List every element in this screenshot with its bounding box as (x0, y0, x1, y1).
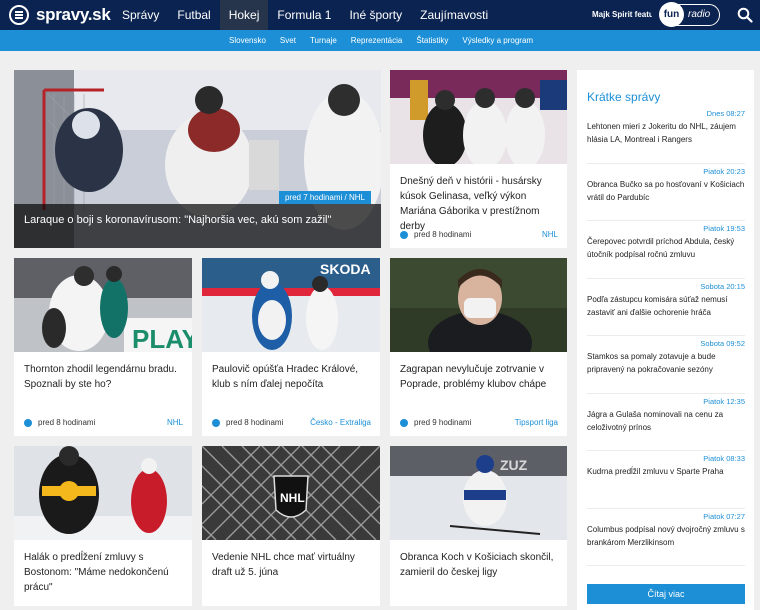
time-dot-icon (400, 230, 408, 239)
article-time: pred 8 hodinami (24, 418, 95, 427)
article-card[interactable]: ZUZ Obranca Koch v Košiciach skončil, za… (390, 446, 567, 606)
sub-navigation-bar: Slovensko Svet Turnaje Reprezentácia Šta… (0, 30, 760, 51)
list-item[interactable]: Piatok 08:33 Kudrna predĺžil zmluvu v Sp… (587, 451, 745, 509)
list-item-time: Sobota 09:52 (700, 339, 745, 348)
list-item-time: Piatok 07:27 (703, 511, 745, 521)
article-thumbnail: NHL (202, 446, 380, 540)
time-dot-icon (212, 418, 220, 427)
article-time-text: pred 8 hodinami (38, 418, 96, 427)
article-card[interactable]: NHL Vedenie NHL chce mať virtuálny draft… (202, 446, 380, 606)
hero-meta-badge: pred 7 hodinami / NHL (278, 191, 371, 204)
main-nav: Správy Futbal Hokej Formula 1 Iné športy… (113, 0, 497, 30)
article-time: pred 9 hodinami (400, 418, 471, 427)
article-thumbnail: SKODA (202, 258, 380, 352)
list-item-time: Piatok 20:23 (703, 166, 745, 176)
article-thumbnail (390, 258, 567, 352)
list-item-time: Piatok 08:33 (703, 454, 745, 463)
svg-text:NHL: NHL (280, 491, 305, 505)
article-thumbnail: ZUZ (390, 446, 567, 540)
svg-text:ZUZ: ZUZ (500, 457, 528, 473)
article-title[interactable]: Obranca Koch v Košiciach skončil, zamier… (400, 550, 557, 580)
list-item[interactable]: Piatok 12:35 Jágra a Gulaša nominovali n… (587, 394, 745, 451)
list-item[interactable]: Piatok 20:23 Obranca Bučko sa po hosťova… (587, 164, 745, 221)
list-item-time: Piatok 12:35 (703, 396, 745, 406)
article-card[interactable]: PLAY Thornton zhodil legendárnu bradu. S… (14, 258, 192, 436)
radio-promo-text[interactable]: Majk Spirit featuring (592, 10, 652, 19)
list-item[interactable]: Piatok 19:53 Čerepovec potvrdil príchod … (587, 221, 745, 279)
short-news-sidebar: Krátke správy Dnes 08:27 Lehtonen mieri … (577, 70, 754, 610)
article-thumbnail: PLAY (14, 258, 192, 352)
article-thumbnail (390, 70, 567, 164)
list-item[interactable]: Sobota 20:15 Podľa zástupcu komisára súť… (587, 279, 745, 336)
hero-article[interactable]: pred 7 hodinami / NHL Laraque o boji s k… (14, 70, 381, 248)
article-card[interactable]: Halák o predĺžení zmluvy s Bostonom: "Má… (14, 446, 192, 606)
article-thumbnail (14, 446, 192, 540)
subnav-turnaje[interactable]: Turnaje (303, 30, 344, 51)
article-card[interactable]: SKODA Paulovič opúšťa Hradec Králové, kl… (202, 258, 380, 436)
list-item-text[interactable]: Jágra a Gulaša nominovali na cenu za cel… (587, 408, 745, 434)
article-time: pred 8 hodinami (400, 230, 471, 239)
list-item-text[interactable]: Podľa zástupcu komisára súťaž nemusí zas… (587, 293, 745, 319)
list-item-text[interactable]: Lehtonen mieri z Jokeritu do NHL, záujem… (587, 120, 745, 146)
nav-item-hokej[interactable]: Hokej (219, 0, 269, 30)
hockey-subnav: Slovensko Svet Turnaje Reprezentácia Šta… (222, 30, 540, 51)
funradio-logo[interactable]: fun radio (659, 2, 720, 27)
nav-item-zaujimavosti[interactable]: Zaujímavosti (411, 0, 497, 30)
article-tag[interactable]: NHL (542, 230, 558, 239)
article-title[interactable]: Dnešný deň v histórii - husársky kúsok G… (400, 174, 557, 234)
svg-text:SKODA: SKODA (320, 261, 371, 277)
subnav-slovensko[interactable]: Slovensko (222, 30, 273, 51)
list-item-text[interactable]: Čerepovec potvrdil príchod Abdula, český… (587, 235, 745, 261)
menu-icon[interactable] (9, 5, 29, 25)
subnav-statistiky[interactable]: Štatistiky (409, 30, 455, 51)
subnav-vysledky-a-program[interactable]: Výsledky a program (455, 30, 540, 51)
article-time-text: pred 8 hodinami (414, 230, 472, 239)
list-item-text[interactable]: Stamkos sa pomaly zotavuje a bude pripra… (587, 350, 745, 376)
list-item-text[interactable]: Kudrna predĺžil zmluvu v Sparte Praha (587, 465, 745, 478)
article-time-text: pred 9 hodinami (414, 418, 472, 427)
top-navigation-bar: spravy.sk Správy Futbal Hokej Formula 1 … (0, 0, 760, 30)
list-item-time: Dnes 08:27 (706, 109, 745, 118)
list-item-time: Sobota 20:15 (700, 281, 745, 291)
article-title[interactable]: Vedenie NHL chce mať virtuálny draft už … (212, 550, 370, 580)
nav-item-formula-1[interactable]: Formula 1 (268, 0, 340, 30)
article-tag[interactable]: NHL (167, 418, 183, 427)
subnav-svet[interactable]: Svet (273, 30, 303, 51)
svg-text:PLAY: PLAY (132, 324, 192, 352)
article-title[interactable]: Paulovič opúšťa Hradec Králové, klub s n… (212, 362, 370, 392)
article-time-text: pred 8 hodinami (226, 418, 284, 427)
article-tag[interactable]: Tipsport liga (515, 418, 558, 427)
article-card[interactable]: Dnešný deň v histórii - husársky kúsok G… (390, 70, 567, 248)
hero-title[interactable]: Laraque o boji s koronavírusom: "Najhorš… (14, 204, 381, 248)
nav-item-futbal[interactable]: Futbal (168, 0, 219, 30)
list-item[interactable]: Sobota 09:52 Stamkos sa pomaly zotavuje … (587, 336, 745, 394)
list-item-text[interactable]: Columbus podpísal nový dvojročný zmluvu … (587, 523, 745, 549)
funradio-fun-mark: fun (659, 2, 684, 27)
nav-item-spravy[interactable]: Správy (113, 0, 168, 30)
list-item[interactable]: Piatok 07:27 Columbus podpísal nový dvoj… (587, 509, 745, 566)
article-tag[interactable]: Česko - Extraliga (310, 418, 371, 427)
funradio-radio-text: radio (688, 9, 711, 20)
article-title[interactable]: Halák o predĺžení zmluvy s Bostonom: "Má… (24, 550, 182, 595)
list-item-text[interactable]: Obranca Bučko sa po hosťovaní v Košiciac… (587, 178, 745, 204)
sidebar-heading: Krátke správy (587, 90, 661, 104)
nav-item-ine-sporty[interactable]: Iné športy (340, 0, 411, 30)
article-title[interactable]: Zagrapan nevylučuje zotrvanie v Poprade,… (400, 362, 557, 392)
search-icon[interactable] (737, 7, 753, 23)
article-title[interactable]: Thornton zhodil legendárnu bradu. Spozna… (24, 362, 182, 392)
subnav-reprezentacia[interactable]: Reprezentácia (344, 30, 410, 51)
list-item-time: Piatok 19:53 (703, 224, 745, 233)
time-dot-icon (24, 418, 32, 427)
article-card[interactable]: Zagrapan nevylučuje zotrvanie v Poprade,… (390, 258, 567, 436)
list-item[interactable]: Dnes 08:27 Lehtonen mieri z Jokeritu do … (587, 106, 745, 164)
article-time: pred 8 hodinami (212, 418, 283, 427)
read-more-button[interactable]: Čítaj viac (587, 584, 745, 604)
site-logo[interactable]: spravy.sk (36, 5, 111, 25)
time-dot-icon (400, 418, 408, 427)
short-news-list: Dnes 08:27 Lehtonen mieri z Jokeritu do … (587, 106, 745, 566)
